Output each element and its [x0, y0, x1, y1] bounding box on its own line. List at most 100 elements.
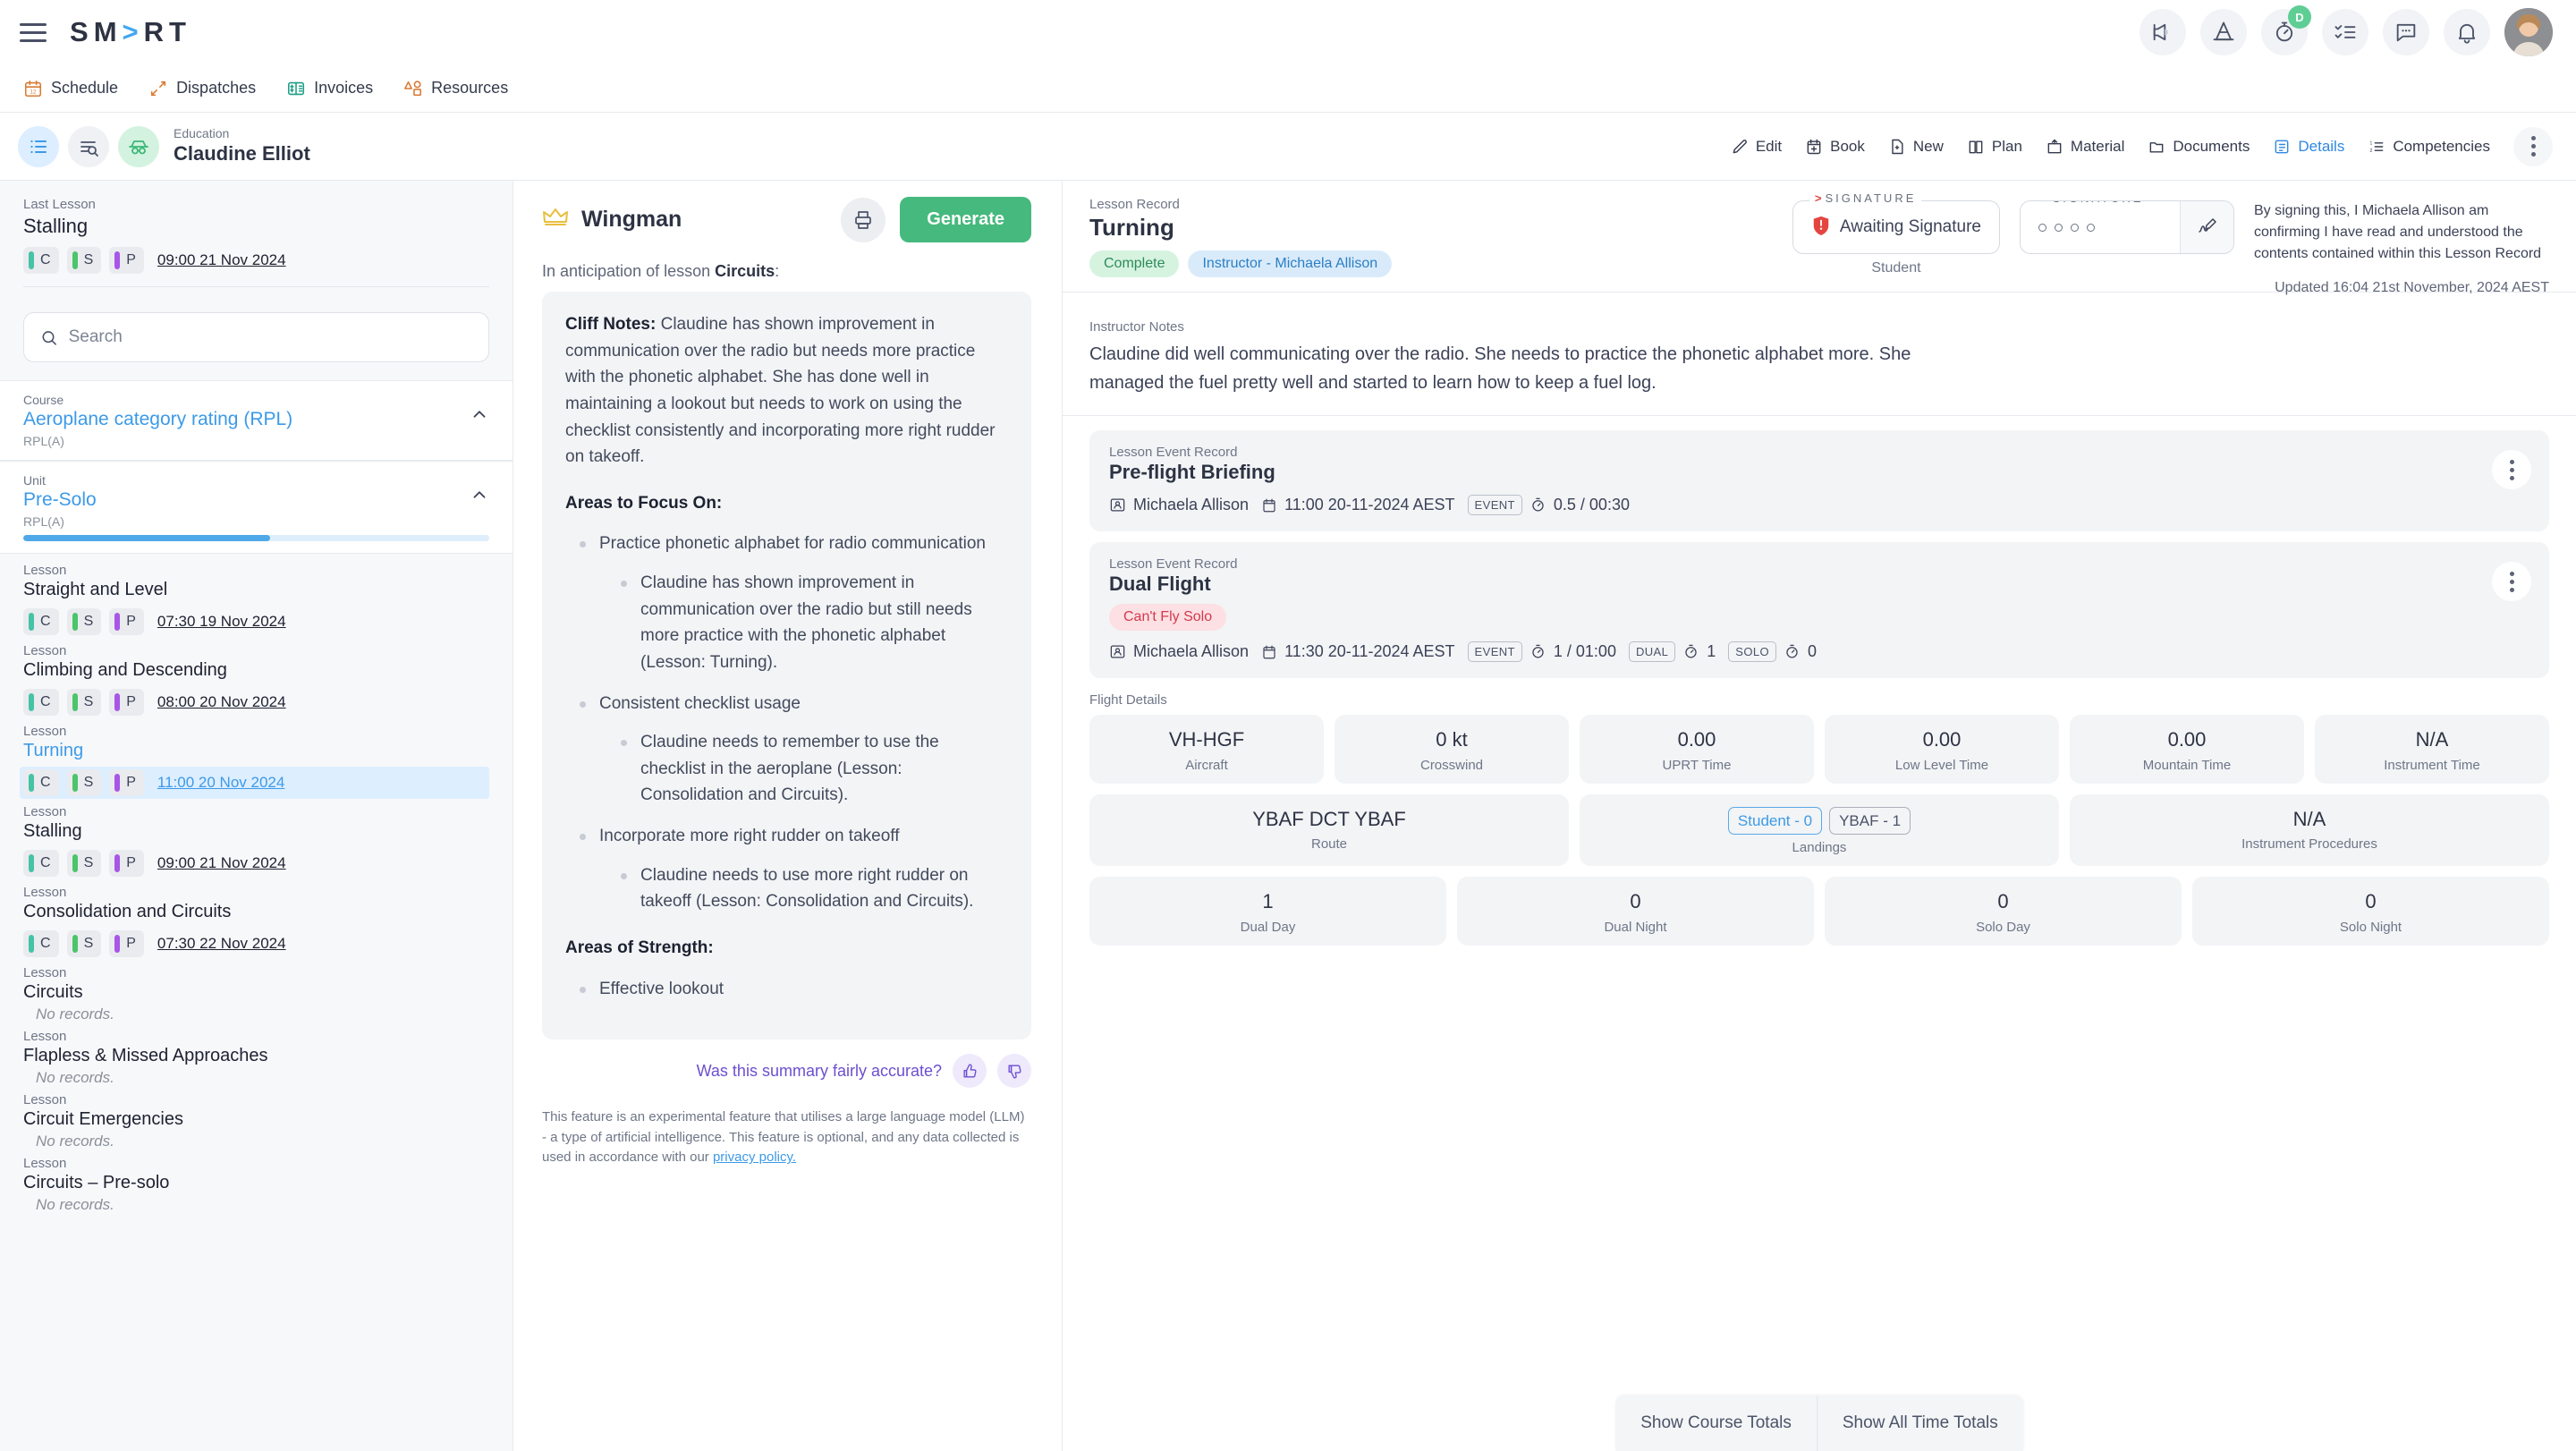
details-button[interactable]: Details: [2273, 138, 2344, 156]
lesson-kicker: Lesson: [23, 804, 489, 819]
lesson-date[interactable]: 08:00 20 Nov 2024: [157, 693, 286, 711]
signature-pen-icon[interactable]: [2180, 201, 2233, 253]
badge-p: P: [109, 247, 144, 274]
unit-accordion[interactable]: Unit Pre-Solo RPL(A): [0, 461, 513, 554]
print-button[interactable]: [841, 198, 886, 242]
lesson-name[interactable]: Circuit Emergencies: [23, 1109, 489, 1130]
privacy-policy-link[interactable]: privacy policy.: [713, 1150, 796, 1165]
breadcrumb: Education: [174, 126, 310, 141]
event-instructor: Michaela Allison: [1109, 496, 1249, 514]
event-card[interactable]: Lesson Event RecordDual FlightCan't Fly …: [1089, 542, 2549, 678]
list-item[interactable]: LessonTurningCSP11:00 20 Nov 2024: [0, 718, 513, 799]
lesson-name[interactable]: Turning: [23, 741, 489, 761]
book-button[interactable]: Book: [1805, 138, 1865, 156]
thumbs-up-icon[interactable]: [953, 1054, 987, 1088]
event-more-button[interactable]: [2492, 562, 2531, 601]
flight-detail-label: Solo Day: [1834, 920, 2173, 935]
generate-button[interactable]: Generate: [900, 197, 1031, 242]
bell-icon[interactable]: [2444, 9, 2490, 55]
calendar-icon: [1261, 497, 1277, 513]
lesson-name[interactable]: Stalling: [23, 821, 489, 842]
incognito-icon[interactable]: [118, 126, 159, 167]
lesson-name[interactable]: Climbing and Descending: [23, 660, 489, 681]
flight-detail-label: Dual Day: [1098, 920, 1437, 935]
focus-item: Consistent checklist usageClaudine needs…: [572, 691, 1008, 810]
list-item[interactable]: LessonStraight and LevelCSP07:30 19 Nov …: [0, 557, 513, 638]
list-item[interactable]: LessonConsolidation and CircuitsCSP07:30…: [0, 879, 513, 960]
lesson-date[interactable]: 11:00 20 Nov 2024: [157, 774, 284, 792]
lesson-name[interactable]: Flapless & Missed Approaches: [23, 1046, 489, 1066]
new-button[interactable]: New: [1888, 138, 1944, 156]
brand-letter-m: M: [94, 16, 121, 48]
unit-title[interactable]: Pre-Solo: [23, 489, 489, 511]
badge-p: P: [109, 930, 144, 957]
student-signature-group: >SIGNATURE Awaiting Signature Student: [1792, 200, 2000, 276]
flight-detail-cell: 0Dual Night: [1457, 877, 1814, 946]
stopwatch-icon[interactable]: D: [2261, 9, 2308, 55]
event-card[interactable]: Lesson Event RecordPre-flight BriefingMi…: [1089, 430, 2549, 531]
last-lesson-date[interactable]: 09:00 21 Nov 2024: [157, 251, 286, 269]
lesson-date[interactable]: 07:30 22 Nov 2024: [157, 935, 286, 953]
lesson-kicker: Lesson: [23, 724, 489, 739]
course-accordion[interactable]: Course Aeroplane category rating (RPL) R…: [0, 380, 513, 461]
lesson-date[interactable]: 09:00 21 Nov 2024: [157, 854, 286, 872]
chevron-up-icon[interactable]: [470, 485, 489, 509]
lesson-name[interactable]: Consolidation and Circuits: [23, 902, 489, 922]
lesson-name[interactable]: Straight and Level: [23, 580, 489, 600]
list-view-icon[interactable]: [18, 126, 59, 167]
lesson-name[interactable]: Circuits: [23, 982, 489, 1003]
show-all-time-totals-button[interactable]: Show All Time Totals: [1818, 1396, 2023, 1451]
more-options-button[interactable]: [2513, 127, 2553, 166]
documents-button[interactable]: Documents: [2148, 138, 2250, 156]
material-button[interactable]: Material: [2046, 138, 2124, 156]
instructor-badge[interactable]: Instructor - Michaela Allison: [1188, 250, 1392, 277]
list-item[interactable]: LessonCircuits – Pre-soloNo records.: [0, 1150, 513, 1214]
event-meta: Michaela Allison11:30 20-11-2024 AESTEVE…: [1109, 641, 2529, 662]
competencies-button[interactable]: 12 Competencies: [2368, 138, 2490, 156]
avatar[interactable]: [2504, 8, 2553, 56]
checklist-icon[interactable]: [2322, 9, 2368, 55]
body: Last Lesson Stalling C S P 09:00 21 Nov …: [0, 181, 2576, 1451]
lesson-name[interactable]: Circuits – Pre-solo: [23, 1173, 489, 1193]
nav-item-resources[interactable]: Resources: [403, 79, 508, 98]
metric-tag: EVENT: [1468, 641, 1522, 662]
thumbs-down-icon[interactable]: [997, 1054, 1031, 1088]
list-item[interactable]: LessonFlapless & Missed ApproachesNo rec…: [0, 1023, 513, 1087]
no-records-text: No records.: [23, 1133, 489, 1150]
megaphone-icon[interactable]: [2140, 9, 2186, 55]
edit-button[interactable]: Edit: [1731, 138, 1782, 156]
instructor-signature-legend: >SIGNATURE: [2037, 200, 2148, 205]
lesson-kicker: Lesson: [23, 643, 489, 658]
search-list-icon[interactable]: [68, 126, 109, 167]
no-records-text: No records.: [23, 1006, 489, 1023]
nav-item-invoices[interactable]: Invoices: [286, 79, 373, 98]
traffic-cone-icon[interactable]: [2200, 9, 2247, 55]
chat-icon[interactable]: [2383, 9, 2429, 55]
nav-item-schedule[interactable]: 12 Schedule: [23, 79, 118, 98]
list-item[interactable]: LessonStallingCSP09:00 21 Nov 2024: [0, 799, 513, 879]
list-item[interactable]: LessonClimbing and DescendingCSP08:00 20…: [0, 638, 513, 718]
student-signature-box[interactable]: >SIGNATURE Awaiting Signature: [1792, 200, 2000, 254]
instructor-signature-group: >SIGNATURE: [2020, 200, 2234, 254]
event-datetime: 11:00 20-11-2024 AEST: [1261, 496, 1454, 514]
show-course-totals-button[interactable]: Show Course Totals: [1615, 1396, 1817, 1451]
documents-label: Documents: [2173, 138, 2250, 156]
menu-toggle-button[interactable]: [20, 17, 50, 47]
flight-detail-cell: 0 ktCrosswind: [1335, 715, 1569, 784]
brand-letter-s: S: [70, 16, 92, 48]
instructor-icon: [1109, 496, 1126, 513]
event-more-button[interactable]: [2492, 450, 2531, 489]
list-item[interactable]: LessonCircuitsNo records.: [0, 960, 513, 1023]
instructor-signature-field[interactable]: >SIGNATURE: [2020, 200, 2234, 254]
nav-item-dispatches[interactable]: Dispatches: [148, 79, 256, 98]
lesson-date[interactable]: 07:30 19 Nov 2024: [157, 613, 286, 631]
chevron-up-icon[interactable]: [470, 404, 489, 429]
course-title[interactable]: Aeroplane category rating (RPL): [23, 409, 489, 430]
search-box[interactable]: [23, 312, 489, 362]
plan-button[interactable]: Plan: [1967, 138, 2022, 156]
landing-pill[interactable]: YBAF - 1: [1829, 807, 1911, 835]
list-item[interactable]: LessonCircuit EmergenciesNo records.: [0, 1087, 513, 1150]
landing-pill[interactable]: Student - 0: [1728, 807, 1822, 835]
landings-pills: Student - 0YBAF - 1: [1589, 807, 2050, 835]
search-input[interactable]: [69, 327, 472, 347]
